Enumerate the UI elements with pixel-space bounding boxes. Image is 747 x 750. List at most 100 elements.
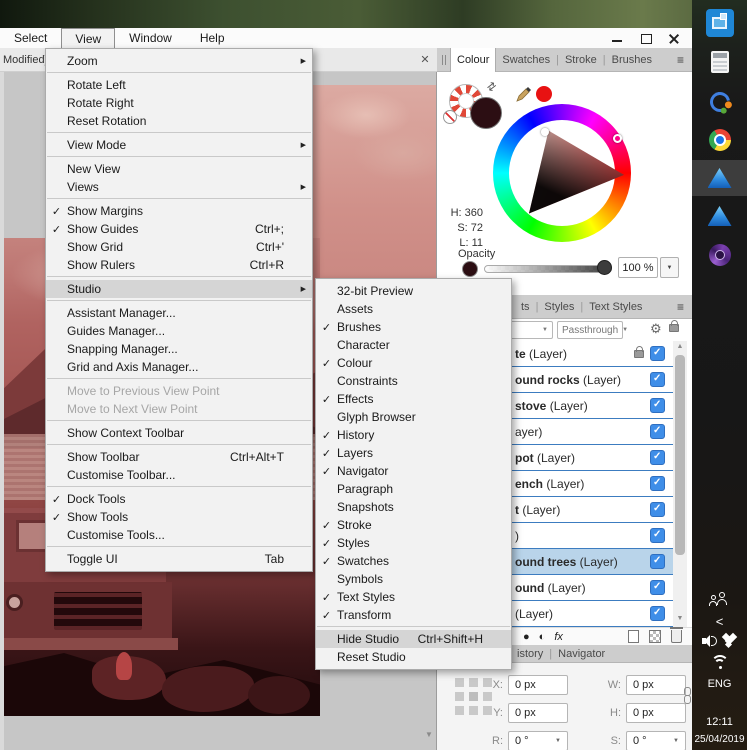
- scroll-up-icon[interactable]: ▲: [673, 341, 687, 353]
- link-dimensions-icon[interactable]: [684, 687, 692, 705]
- character-menu-item[interactable]: Character: [316, 336, 511, 354]
- show-tools-menu-item[interactable]: ✓ Show Tools: [46, 508, 312, 526]
- opacity-value[interactable]: 100 %: [618, 257, 658, 278]
- taskbar-affinity-designer-2-icon[interactable]: [692, 204, 747, 228]
- stroke-menu-item[interactable]: ✓ Stroke: [316, 516, 511, 534]
- tab-brushes[interactable]: Brushes: [606, 48, 658, 72]
- tab-styles[interactable]: Styles: [538, 295, 580, 319]
- layer-visibility-checkbox[interactable]: [650, 528, 665, 543]
- assets-menu-item[interactable]: Assets: [316, 300, 511, 318]
- constraints-menu-item[interactable]: Constraints: [316, 372, 511, 390]
- layer-opacity-combo[interactable]: ▼: [505, 321, 553, 339]
- taskbar-network-icon[interactable]: [692, 653, 747, 671]
- tab-swatches[interactable]: Swatches: [496, 48, 556, 72]
- glyph-browser-menu-item[interactable]: Glyph Browser: [316, 408, 511, 426]
- toggle-ui-menu-item[interactable]: Toggle UI Tab: [46, 550, 312, 568]
- view-mode-menu-item[interactable]: View Mode ▶: [46, 136, 312, 154]
- views-menu-item[interactable]: Views ▶: [46, 178, 312, 196]
- symbols-menu-item[interactable]: Symbols: [316, 570, 511, 588]
- menubar-window[interactable]: Window: [115, 28, 186, 48]
- taskbar-people-button[interactable]: [692, 590, 747, 610]
- snapping-manager-menu-item[interactable]: Snapping Manager...: [46, 340, 312, 358]
- show-margins-menu-item[interactable]: ✓ Show Margins: [46, 202, 312, 220]
- no-colour-swatch[interactable]: [443, 110, 457, 124]
- tab-colour[interactable]: Colour: [450, 47, 497, 72]
- layer-visibility-checkbox[interactable]: [650, 346, 665, 361]
- eyedropper-icon[interactable]: [514, 84, 534, 104]
- hide-studio-menu-item[interactable]: Hide Studio Ctrl+Shift+H: [316, 630, 511, 648]
- opacity-dropdown-arrow-icon[interactable]: ▼: [660, 257, 679, 278]
- taskbar-language[interactable]: ENG: [692, 676, 747, 692]
- show-context-toolbar-menu-item[interactable]: Show Context Toolbar: [46, 424, 312, 442]
- menubar-select[interactable]: Select: [0, 28, 61, 48]
- layer-visibility-checkbox[interactable]: [650, 398, 665, 413]
- layers-scrollbar[interactable]: ▲ ▼: [673, 341, 687, 627]
- history-menu-item[interactable]: ✓ History: [316, 426, 511, 444]
- taskbar-affinity-designer-icon[interactable]: [692, 166, 747, 190]
- s-input[interactable]: 0 ° ▼: [626, 731, 686, 750]
- zoom-menu-item[interactable]: Zoom ▶: [46, 52, 312, 70]
- w-input[interactable]: 0 px: [626, 675, 686, 695]
- rotate-left-menu-item[interactable]: Rotate Left: [46, 76, 312, 94]
- rotate-right-menu-item[interactable]: Rotate Right: [46, 94, 312, 112]
- move-to-previous-view-point-menu-item[interactable]: Move to Previous View Point: [46, 382, 312, 400]
- document-tab-close-icon[interactable]: ✕: [418, 53, 432, 67]
- new-view-menu-item[interactable]: New View: [46, 160, 312, 178]
- customise-toolbar-menu-item[interactable]: Customise Toolbar...: [46, 466, 312, 484]
- menubar-help[interactable]: Help: [186, 28, 239, 48]
- hue-picker-handle[interactable]: [613, 134, 622, 143]
- fill-colour-swatch[interactable]: [470, 97, 502, 129]
- assistant-manager-menu-item[interactable]: Assistant Manager...: [46, 304, 312, 322]
- effects-menu-item[interactable]: ✓ Effects: [316, 390, 511, 408]
- text-styles-menu-item[interactable]: ✓ Text Styles: [316, 588, 511, 606]
- move-to-next-view-point-menu-item[interactable]: Move to Next View Point: [46, 400, 312, 418]
- y-input[interactable]: 0 px: [508, 703, 568, 723]
- h-input[interactable]: 0 px: [626, 703, 686, 723]
- layer-visibility-checkbox[interactable]: [650, 476, 665, 491]
- menubar-view[interactable]: View: [61, 28, 116, 48]
- navigator-menu-item[interactable]: ✓ Navigator: [316, 462, 511, 480]
- swap-colours-icon[interactable]: ⇄: [484, 79, 500, 94]
- taskbar-ring-app-icon[interactable]: [692, 88, 747, 116]
- show-toolbar-menu-item[interactable]: Show Toolbar Ctrl+Alt+T: [46, 448, 312, 466]
- dropbox-icon[interactable]: [721, 632, 738, 649]
- reset-rotation-menu-item[interactable]: Reset Rotation: [46, 112, 312, 130]
- layer-visibility-checkbox[interactable]: [650, 424, 665, 439]
- add-mask-icon[interactable]: [649, 630, 661, 643]
- dock-tools-menu-item[interactable]: ✓ Dock Tools: [46, 490, 312, 508]
- taskbar-date[interactable]: 25/04/2019: [692, 731, 747, 747]
- tab-navigator[interactable]: Navigator: [552, 642, 611, 666]
- show-guides-menu-item[interactable]: ✓ Show Guides Ctrl+;: [46, 220, 312, 238]
- scrollbar-thumb[interactable]: [675, 355, 685, 555]
- reset-studio-menu-item[interactable]: Reset Studio: [316, 648, 511, 666]
- layer-visibility-checkbox[interactable]: [650, 554, 665, 569]
- layer-visibility-checkbox[interactable]: [650, 372, 665, 387]
- gear-icon[interactable]: ⚙: [650, 321, 662, 337]
- layer-visibility-checkbox[interactable]: [650, 450, 665, 465]
- taskbar-affinity-photo-icon[interactable]: [692, 243, 747, 267]
- tab-istory[interactable]: istory: [511, 642, 549, 666]
- taskbar-blue-app-icon[interactable]: [692, 8, 747, 38]
- show-grid-menu-item[interactable]: Show Grid Ctrl+': [46, 238, 312, 256]
- 32-bit-preview-menu-item[interactable]: 32-bit Preview: [316, 282, 511, 300]
- tab-text-styles[interactable]: Text Styles: [583, 295, 648, 319]
- panel-menu-icon[interactable]: ≡: [677, 300, 692, 314]
- delete-layer-icon[interactable]: [670, 627, 683, 643]
- styles-menu-item[interactable]: ✓ Styles: [316, 534, 511, 552]
- brushes-menu-item[interactable]: ✓ Brushes: [316, 318, 511, 336]
- panel-menu-icon[interactable]: ≡: [677, 53, 692, 67]
- add-layer-icon[interactable]: [628, 630, 639, 643]
- scroll-down-icon[interactable]: ▼: [673, 613, 687, 625]
- blend-mode-combo[interactable]: Passthrough ▼: [557, 321, 628, 339]
- taskbar-show-hidden-icons[interactable]: <: [692, 612, 747, 630]
- tab-stroke[interactable]: Stroke: [559, 48, 603, 72]
- taskbar-calculator-icon[interactable]: [692, 50, 747, 74]
- colour-menu-item[interactable]: ✓ Colour: [316, 354, 511, 372]
- taskbar-chrome-icon[interactable]: [692, 128, 747, 152]
- canvas-scroll-down-arrow[interactable]: ▼: [423, 729, 435, 741]
- transform-menu-item[interactable]: ✓ Transform: [316, 606, 511, 624]
- layer-visibility-checkbox[interactable]: [650, 580, 665, 595]
- panel-grip-icon[interactable]: [437, 54, 450, 65]
- opacity-slider[interactable]: [484, 265, 612, 273]
- snapshots-menu-item[interactable]: Snapshots: [316, 498, 511, 516]
